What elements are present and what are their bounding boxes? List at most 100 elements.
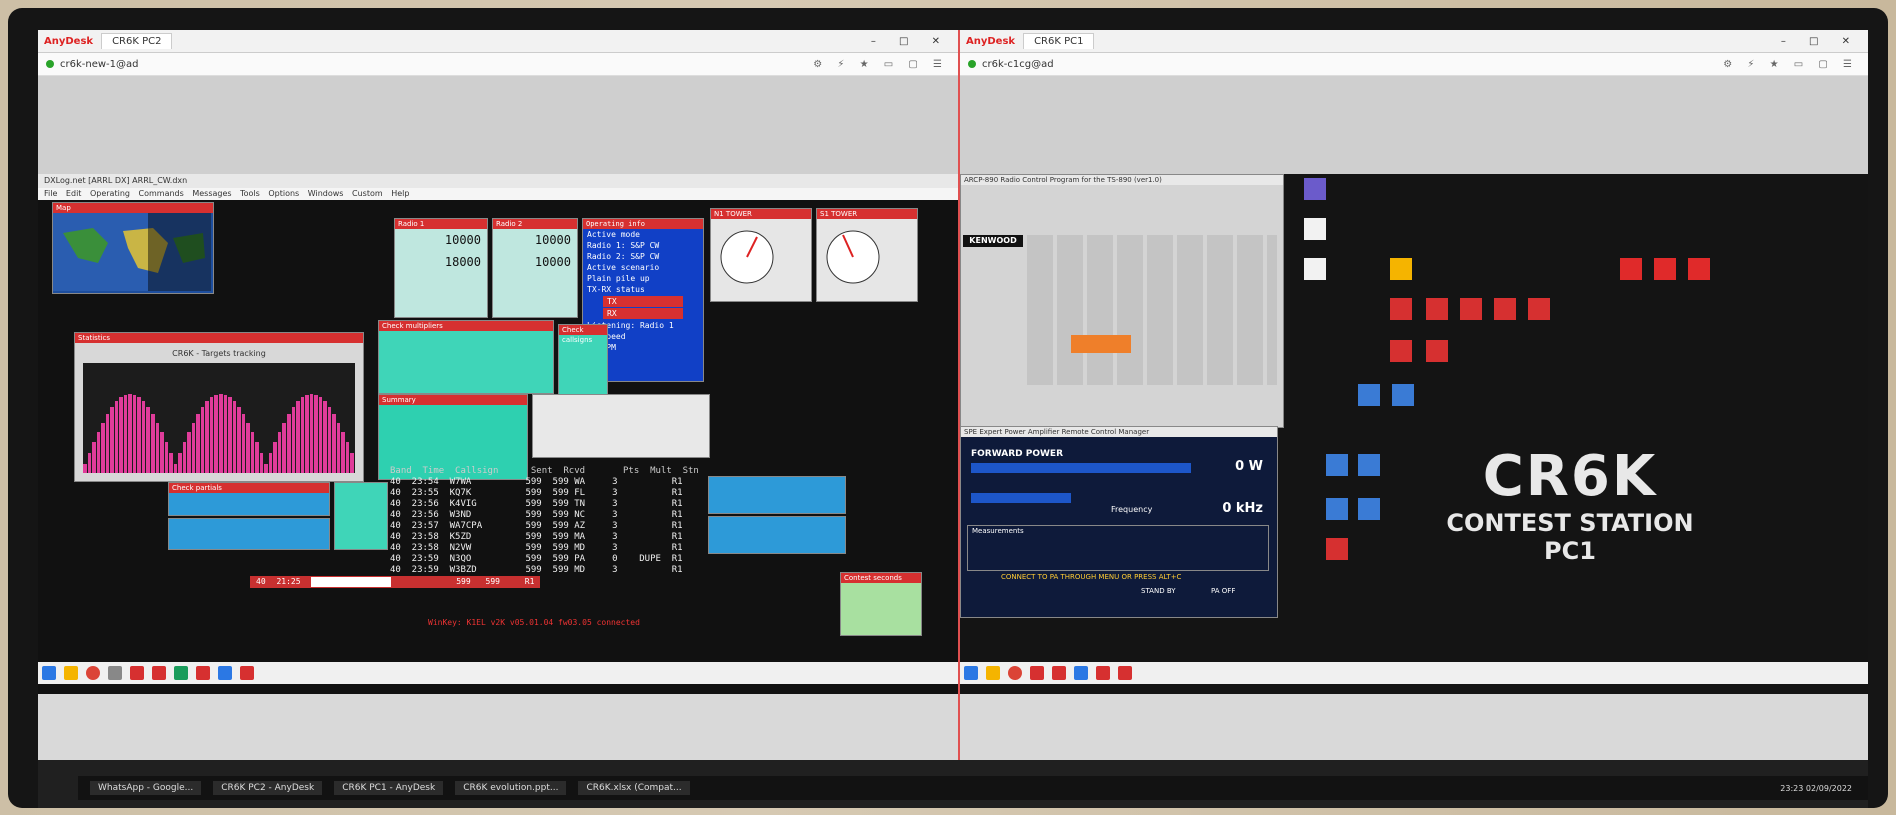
taskbar-item[interactable]: CR6K.xlsx (Compat... — [578, 781, 690, 795]
rotator-app-icon[interactable] — [1620, 258, 1642, 280]
winkey-status: WinKey: K1EL v2K v05.01.04 fw03.05 conne… — [428, 618, 640, 627]
stats-bar — [332, 414, 336, 473]
app-icon[interactable] — [218, 666, 232, 680]
rotator-app-icon[interactable] — [1688, 258, 1710, 280]
app-icon[interactable] — [1096, 666, 1110, 680]
app-icon[interactable] — [1052, 666, 1066, 680]
pa-off-button[interactable]: PA OFF — [1211, 587, 1235, 595]
contest-app-icon[interactable] — [1426, 340, 1448, 362]
check-partials-title: Check partials — [169, 483, 329, 493]
opinfo-title: Operating info — [583, 219, 703, 229]
radio1-freq-b[interactable]: 18000 — [395, 251, 487, 273]
standby-button[interactable]: STAND BY — [1141, 587, 1176, 595]
tower1-window[interactable]: N1 TOWER — [710, 208, 812, 302]
app-icon[interactable] — [174, 666, 188, 680]
log-app-icon[interactable] — [1390, 258, 1412, 280]
app-icon[interactable] — [986, 666, 1000, 680]
app-icon[interactable] — [130, 666, 144, 680]
log-row[interactable]: 40 23:55 KQ7K 599 599 FL 3 R1 — [390, 488, 699, 499]
rotator-dial-icon — [720, 230, 774, 284]
app-icon[interactable] — [108, 666, 122, 680]
log-row[interactable]: 40 23:59 N3QO 599 599 PA 0 DUPE R1 — [390, 554, 699, 565]
network-icon[interactable] — [1392, 384, 1414, 406]
radio2-freq-b[interactable]: 10000 — [493, 251, 577, 273]
contest-app-icon[interactable] — [1460, 298, 1482, 320]
radio2-window[interactable]: Radio 2 10000 10000 — [492, 218, 578, 318]
arcp-890-window[interactable]: ARCP-890 Radio Control Program for the T… — [960, 174, 1284, 428]
contest-app-icon[interactable] — [1494, 298, 1516, 320]
app-icon[interactable] — [1326, 454, 1348, 476]
contest-app-icon[interactable] — [1426, 298, 1448, 320]
log-row[interactable]: 40 23:54 W7WA 599 599 WA 3 R1 — [390, 477, 699, 488]
anydesk-address[interactable]: cr6k-new-1@ad — [60, 59, 139, 70]
contest-app-icon[interactable] — [1390, 340, 1412, 362]
start-icon[interactable] — [964, 666, 978, 680]
arcp-orange-buttons[interactable] — [1071, 335, 1131, 353]
log-row[interactable]: 40 23:59 W3BZD 599 599 MD 3 R1 — [390, 565, 699, 576]
rotator-app-icon[interactable] — [1654, 258, 1676, 280]
app-icon[interactable] — [196, 666, 210, 680]
contest-app-icon[interactable] — [1390, 298, 1412, 320]
remote-taskbar — [38, 662, 958, 684]
stats-bar — [137, 397, 141, 473]
tower2-window[interactable]: S1 TOWER — [816, 208, 918, 302]
app-icon[interactable] — [1326, 538, 1348, 560]
log-row[interactable]: 40 23:56 W3ND 599 599 NC 3 R1 — [390, 510, 699, 521]
radio2-freq-a[interactable]: 10000 — [493, 229, 577, 251]
taskbar-item[interactable]: CR6K PC1 - AnyDesk — [334, 781, 444, 795]
measurements-title: Measurements — [972, 527, 1024, 535]
anydesk-tab-pc1[interactable]: CR6K PC1 — [1023, 33, 1095, 49]
stats-bar — [187, 432, 191, 473]
anydesk-address[interactable]: cr6k-c1cg@ad — [982, 59, 1054, 70]
window-controls[interactable]: – □ ✕ — [871, 36, 950, 47]
stats-bar — [205, 401, 209, 473]
log-row[interactable]: 40 23:58 K5ZD 599 599 MA 3 R1 — [390, 532, 699, 543]
chrome-icon[interactable] — [1008, 666, 1022, 680]
map-window[interactable]: Map — [52, 202, 214, 294]
photos-icon[interactable] — [1304, 178, 1326, 200]
chrome-icon[interactable] — [86, 666, 100, 680]
arcp-control-grid[interactable] — [1027, 235, 1277, 385]
app-icon[interactable] — [1358, 498, 1380, 520]
entry-sent[interactable]: 599 — [456, 577, 470, 586]
app-icon[interactable] — [1358, 454, 1380, 476]
app-icon[interactable] — [240, 666, 254, 680]
network-icon[interactable] — [1358, 384, 1380, 406]
log-row[interactable]: 40 23:58 N2VW 599 599 MD 3 R1 — [390, 543, 699, 554]
stats-bar — [169, 453, 173, 473]
forward-power-meter — [971, 463, 1191, 473]
taskbar-item[interactable]: CR6K evolution.ppt... — [455, 781, 567, 795]
document-icon[interactable] — [1304, 218, 1326, 240]
window-controls[interactable]: – □ ✕ — [1781, 36, 1860, 47]
log-row[interactable]: 40 23:56 K4VIG 599 599 TN 3 R1 — [390, 499, 699, 510]
entry-callsign-field[interactable] — [311, 576, 392, 587]
stats-bar — [160, 432, 164, 473]
anydesk-toolbar-icons[interactable]: ⚙ ⚡ ★ ▭ ▢ ☰ — [813, 59, 948, 70]
radio1-freq-a[interactable]: 10000 — [395, 229, 487, 251]
check-partials-window: Check partials — [168, 482, 330, 516]
n1mm-remote-screen: DXLog.net [ARRL DX] ARRL_CW.dxn File Edi… — [38, 174, 958, 694]
taskbar-item[interactable]: CR6K PC2 - AnyDesk — [213, 781, 323, 795]
qso-entry-line[interactable]: 40 21:25 599 599 R1 — [250, 576, 540, 588]
anydesk-tab-pc2[interactable]: CR6K PC2 — [101, 33, 173, 49]
check-mult-title: Check multipliers — [379, 321, 553, 331]
app-icon[interactable] — [152, 666, 166, 680]
stats-bar — [110, 407, 114, 473]
app-icon[interactable] — [1326, 498, 1348, 520]
forward-power-label: FORWARD POWER — [971, 449, 1064, 459]
app-icon[interactable] — [1030, 666, 1044, 680]
n1mm-menubar[interactable]: File Edit Operating Commands Messages To… — [38, 188, 958, 200]
anydesk-toolbar-icons[interactable]: ⚙ ⚡ ★ ▭ ▢ ☰ — [1723, 59, 1858, 70]
app-icon[interactable] — [64, 666, 78, 680]
taskbar-item[interactable]: WhatsApp - Google... — [90, 781, 202, 795]
document-icon[interactable] — [1304, 258, 1326, 280]
log-row[interactable]: 40 23:57 WA7CPA 599 599 AZ 3 R1 — [390, 521, 699, 532]
app-icon[interactable] — [1118, 666, 1132, 680]
stats-bar — [119, 397, 123, 473]
contest-app-icon[interactable] — [1528, 298, 1550, 320]
entry-rcvd[interactable]: 599 — [486, 577, 500, 586]
start-icon[interactable] — [42, 666, 56, 680]
app-icon[interactable] — [1074, 666, 1088, 680]
opinfo-line: Active mode — [587, 230, 640, 239]
radio1-window[interactable]: Radio 1 10000 18000 — [394, 218, 488, 318]
